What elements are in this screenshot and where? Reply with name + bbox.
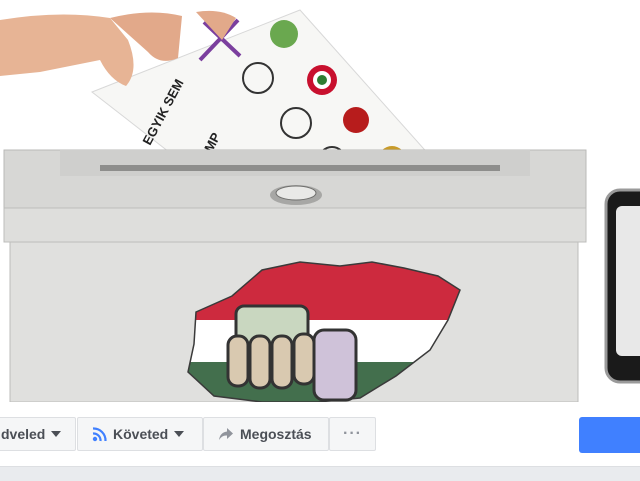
caret-down-icon — [51, 431, 62, 437]
page-action-bar: dveled Követed Megosztás ··· — [0, 402, 640, 466]
caret-down-icon — [174, 431, 185, 437]
more-options-button[interactable]: ··· — [329, 417, 376, 451]
share-arrow-icon — [219, 428, 233, 440]
like-page-button[interactable]: dveled — [0, 417, 76, 451]
primary-action-button[interactable] — [579, 417, 640, 453]
more-options-label: ··· — [343, 425, 362, 442]
party-logo-icon — [343, 107, 369, 133]
share-button[interactable]: Megosztás — [203, 417, 329, 451]
lock-icon — [270, 185, 322, 205]
like-button-label: dveled — [1, 426, 46, 442]
page-background-strip — [0, 466, 640, 481]
cover-photo[interactable]: EGYIK SEM LMP Jo — [0, 0, 640, 402]
party-logo-icon — [270, 20, 298, 48]
ballot-box-illustration: EGYIK SEM LMP Jo — [0, 9, 640, 402]
rss-icon — [92, 426, 107, 441]
device-icon — [604, 188, 640, 384]
share-button-label: Megosztás — [240, 426, 312, 442]
follow-button[interactable]: Követed — [77, 417, 203, 451]
follow-button-label: Követed — [113, 426, 169, 442]
